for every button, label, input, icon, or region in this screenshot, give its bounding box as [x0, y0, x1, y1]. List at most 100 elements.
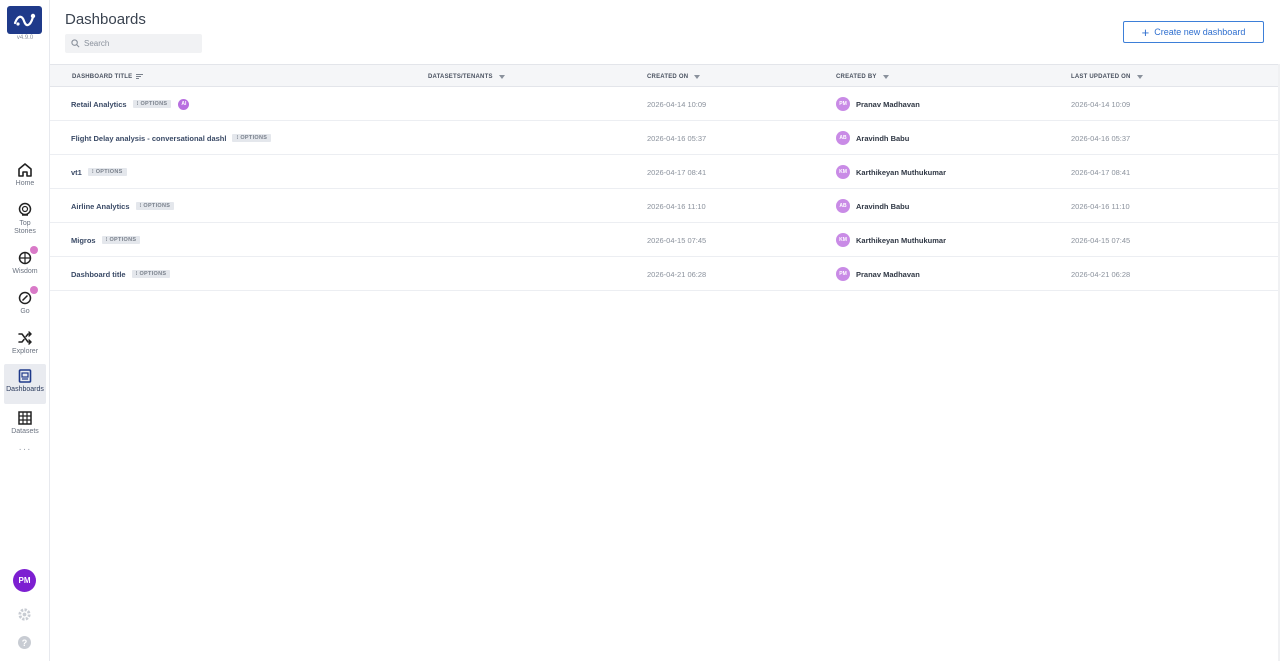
created-on-cell: 2026-04-15 07:45	[647, 235, 707, 245]
create-dashboard-button[interactable]: + Create new dashboard	[1123, 21, 1264, 43]
created-by-cell: KM Karthikeyan Muthukumar	[836, 223, 946, 257]
column-last-updated-on[interactable]: LAST UPDATED ON	[1071, 65, 1143, 88]
updated-on-cell: 2026-04-14 10:09	[1071, 99, 1131, 109]
updated-on-cell: 2026-04-21 06:28	[1071, 269, 1131, 279]
options-button[interactable]: ⁝ OPTIONS	[101, 236, 141, 244]
nav-label-home: Home	[15, 180, 35, 187]
nav-item-go[interactable]: Go	[4, 286, 46, 326]
creator-avatar: AB	[836, 131, 850, 145]
filter-icon	[694, 74, 701, 79]
created-by-cell: PM Pranav Madhavan	[836, 257, 920, 291]
table-row[interactable]: Dashboard title ⁝ OPTIONS 2026-04-21 06:…	[50, 257, 1280, 291]
created-by-cell: KM Karthikeyan Muthukumar	[836, 155, 946, 189]
updated-on-cell: 2026-04-16 05:37	[1071, 133, 1131, 143]
more-nav-button[interactable]: ···	[0, 444, 50, 455]
nav-label-top-stories: Top Stories	[14, 220, 36, 235]
nav-label-explorer: Explorer	[11, 348, 39, 355]
search-box[interactable]	[65, 34, 202, 53]
app-logo[interactable]	[7, 6, 42, 34]
updated-on-cell: 2026-04-17 08:41	[1071, 167, 1131, 177]
creator-name: Karthikeyan Muthukumar	[856, 235, 947, 245]
created-on-cell: 2026-04-14 10:09	[647, 99, 707, 109]
nav-item-explorer[interactable]: Explorer	[4, 326, 46, 366]
table-row[interactable]: Airline Analytics ⁝ OPTIONS 2026-04-16 1…	[50, 189, 1280, 223]
app-root: v4.9.0 Home Top Stories Wisdom Go Explor…	[0, 0, 1280, 661]
wisdom-icon	[16, 246, 38, 267]
home-icon	[16, 161, 34, 179]
dashboard-list: Retail Analytics ⁝ OPTIONS AI 2026-04-14…	[50, 87, 1280, 291]
help-icon[interactable]: ?	[18, 636, 31, 649]
ai-badge-icon: AI	[178, 98, 190, 110]
table-row[interactable]: Flight Delay analysis - conversational d…	[50, 121, 1280, 155]
dashboard-title-cell: Flight Delay analysis - conversational d…	[71, 121, 272, 155]
options-button[interactable]: ⁝ OPTIONS	[132, 100, 172, 108]
dashboard-title-link[interactable]: Airline Analytics	[71, 202, 130, 211]
filter-icon	[882, 74, 889, 79]
created-on-cell: 2026-04-17 08:41	[647, 167, 707, 177]
plus-icon: +	[1141, 24, 1150, 40]
page-title: Dashboards	[65, 11, 146, 28]
nav-item-top-stories[interactable]: Top Stories	[4, 198, 46, 238]
column-created-on[interactable]: CREATED ON	[647, 65, 701, 88]
creator-avatar: PM	[836, 97, 850, 111]
created-on-cell: 2026-04-16 11:10	[647, 201, 706, 211]
options-button[interactable]: ⁝ OPTIONS	[135, 202, 175, 210]
wisdom-badge	[30, 246, 38, 254]
dashboard-title-link[interactable]: Dashboard title	[71, 270, 126, 279]
creator-avatar: KM	[836, 165, 850, 179]
created-by-cell: AB Aravindh Babu	[836, 189, 909, 223]
dashboard-title-cell: vt1 ⁝ OPTIONS	[71, 155, 127, 189]
creator-name: Pranav Madhavan	[856, 99, 920, 109]
created-by-cell: PM Pranav Madhavan	[836, 87, 920, 121]
created-by-cell: AB Aravindh Babu	[836, 121, 909, 155]
user-avatar[interactable]: PM	[13, 569, 36, 592]
creator-name: Aravindh Babu	[856, 201, 910, 211]
creator-avatar: KM	[836, 233, 850, 247]
creator-name: Pranav Madhavan	[856, 269, 920, 279]
options-button[interactable]: ⁝ OPTIONS	[87, 168, 127, 176]
creator-name: Aravindh Babu	[856, 133, 910, 143]
gear-icon[interactable]	[17, 607, 32, 622]
column-label: DATASETS/TENANTS	[428, 73, 493, 80]
table-header: DASHBOARD TITLE DATASETS/TENANTS CREATED…	[50, 64, 1280, 87]
column-label: DASHBOARD TITLE	[72, 73, 133, 80]
nav-item-datasets[interactable]: Datasets	[4, 406, 46, 446]
column-created-by[interactable]: CREATED BY	[836, 65, 889, 88]
options-button[interactable]: ⁝ OPTIONS	[131, 270, 171, 278]
dashboard-title-cell: Dashboard title ⁝ OPTIONS	[71, 257, 171, 291]
search-input[interactable]	[84, 39, 194, 48]
column-datasets-tenants[interactable]: DATASETS/TENANTS	[428, 65, 505, 88]
column-label: LAST UPDATED ON	[1071, 73, 1131, 80]
options-button[interactable]: ⁝ OPTIONS	[232, 134, 272, 142]
shuffle-icon	[16, 329, 34, 347]
table-row[interactable]: Retail Analytics ⁝ OPTIONS AI 2026-04-14…	[50, 87, 1280, 121]
nav-label-dashboards: Dashboards	[6, 386, 44, 393]
nav-item-dashboards[interactable]: Dashboards	[4, 364, 46, 404]
sidebar: v4.9.0 Home Top Stories Wisdom Go Explor…	[0, 0, 50, 661]
nav-item-wisdom[interactable]: Wisdom	[4, 246, 46, 286]
go-badge	[30, 286, 38, 294]
dashboard-title-cell: Retail Analytics ⁝ OPTIONS AI	[71, 87, 190, 121]
logo-icon	[13, 13, 35, 27]
updated-on-cell: 2026-04-15 07:45	[1071, 235, 1131, 245]
column-label: CREATED ON	[647, 73, 689, 80]
column-dashboard-title[interactable]: DASHBOARD TITLE	[72, 65, 144, 88]
table-row[interactable]: Migros ⁝ OPTIONS 2026-04-15 07:45 KM Kar…	[50, 223, 1280, 257]
app-version: v4.9.0	[16, 35, 34, 41]
dashboard-title-link[interactable]: Migros	[71, 236, 96, 245]
nav-item-home[interactable]: Home	[4, 158, 46, 198]
dashboard-icon	[16, 367, 34, 385]
table-row[interactable]: vt1 ⁝ OPTIONS 2026-04-17 08:41 KM Karthi…	[50, 155, 1280, 189]
dashboard-title-cell: Migros ⁝ OPTIONS	[71, 223, 141, 257]
creator-name: Karthikeyan Muthukumar	[856, 167, 947, 177]
dashboard-title-cell: Airline Analytics ⁝ OPTIONS	[71, 189, 175, 223]
created-on-cell: 2026-04-21 06:28	[647, 269, 707, 279]
nav-label-datasets: Datasets	[11, 428, 39, 435]
dashboard-title-link[interactable]: Flight Delay analysis - conversational d…	[71, 134, 226, 143]
updated-on-cell: 2026-04-16 11:10	[1071, 201, 1130, 211]
search-icon	[71, 39, 80, 48]
created-on-cell: 2026-04-16 05:37	[647, 133, 707, 143]
dashboard-title-link[interactable]: vt1	[71, 168, 82, 177]
go-icon	[16, 286, 38, 307]
dashboard-title-link[interactable]: Retail Analytics	[71, 100, 127, 109]
